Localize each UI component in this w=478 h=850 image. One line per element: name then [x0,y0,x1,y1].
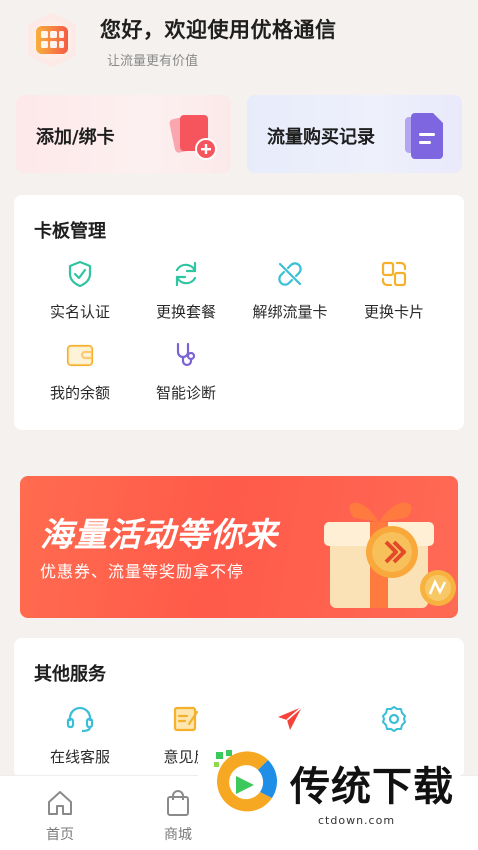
add-card-icon [169,115,217,160]
home-icon [48,791,72,815]
tab-home[interactable]: 首页 [20,788,100,844]
header: 您好，欢迎使用优格通信 让流量更有价值 [0,0,478,80]
record-icon [405,113,443,159]
real-name-auth-item[interactable]: 实名认证 [30,259,130,322]
smart-diagnosis-label: 智能诊断 [155,384,216,402]
my-balance-label: 我的余额 [49,384,110,402]
other-services-title: 其他服务 [34,664,106,685]
settings-icon [382,706,406,732]
feedback-icon [173,706,199,732]
my-balance-item[interactable]: 我的余额 [30,340,130,403]
promo-banner[interactable]: 海量活动等你来 优惠券、流量等奖励拿不停 [20,476,458,618]
shopping-bag-icon [167,790,189,816]
share-item[interactable] [240,704,340,734]
refresh-icon [175,261,197,287]
real-name-auth-label: 实名认证 [49,303,110,321]
banner-subtitle: 优惠券、流量等奖励拿不停 [40,562,245,581]
unlink-icon [278,262,302,286]
gift-box-icon [324,502,456,608]
settings-item[interactable] [344,704,444,734]
unbind-card-label: 解绑流量卡 [252,303,328,321]
swap-card-icon [381,261,407,287]
swap-card-label: 更换卡片 [363,303,424,321]
watermark: 传统下载 ctdown.com [198,736,460,836]
banner-title: 海量活动等你来 [40,515,278,554]
online-service-label: 在线客服 [49,748,110,766]
add-card-button[interactable]: 添加/绑卡 [16,95,231,173]
stethoscope-icon [176,342,196,367]
watermark-url: ctdown.com [318,814,396,827]
paper-plane-icon [278,706,303,730]
page-subtitle: 让流量更有价值 [107,54,199,69]
purchase-record-button[interactable]: 流量购买记录 [247,95,462,173]
tab-home-label: 首页 [46,827,74,843]
app-logo-icon [28,12,76,68]
change-plan-label: 更换套餐 [155,303,216,321]
headset-icon [66,706,94,733]
online-service-item[interactable]: 在线客服 [30,704,130,767]
purchase-record-label: 流量购买记录 [267,127,375,148]
unbind-card-item[interactable]: 解绑流量卡 [240,259,340,322]
card-management-panel: 卡板管理 实名认证 更换套餐 解绑流量卡 更换卡片 我的余额 智能诊断 [14,195,464,430]
add-card-label: 添加/绑卡 [36,127,115,148]
smart-diagnosis-item[interactable]: 智能诊断 [136,340,236,403]
card-management-title: 卡板管理 [34,221,106,242]
wallet-icon [66,344,94,367]
change-plan-item[interactable]: 更换套餐 [136,259,236,322]
page-title: 您好，欢迎使用优格通信 [100,18,337,42]
swap-card-item[interactable]: 更换卡片 [344,259,444,322]
shield-check-icon [68,260,92,288]
watermark-logo-icon [214,750,277,812]
watermark-text: 传统下载 [290,764,454,810]
